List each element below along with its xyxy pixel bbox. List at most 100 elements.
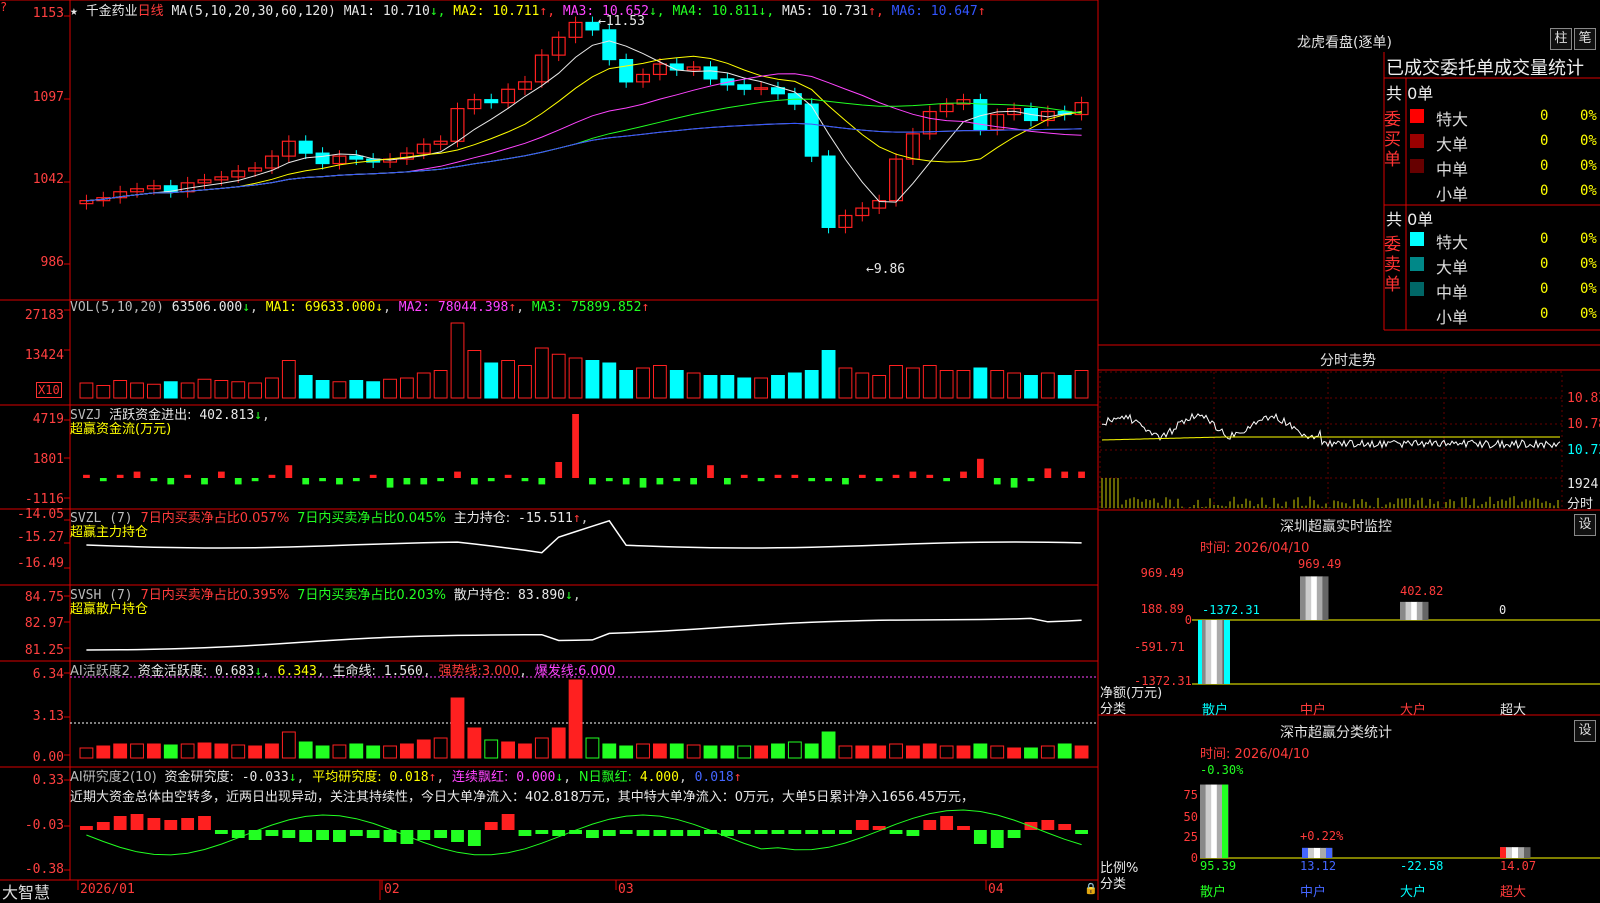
flow-bar <box>167 478 174 484</box>
lhb-row-pct: 0% <box>1580 183 1597 199</box>
stock-name[interactable]: 千金药业 <box>86 4 138 19</box>
volume-bar <box>147 384 160 398</box>
flow-bar <box>623 478 630 484</box>
activity-bar <box>316 746 329 758</box>
research-bar <box>80 826 93 830</box>
activity-bar <box>350 744 363 758</box>
svzj-value: 402.813 <box>199 408 254 423</box>
volume-bar <box>1041 373 1054 398</box>
research-bar <box>232 830 245 838</box>
activity-bar <box>569 680 582 758</box>
lhb-row-pct: 0% <box>1580 256 1597 272</box>
flow-bar <box>201 478 208 484</box>
activity-bar <box>923 744 936 758</box>
candle-body <box>822 156 835 227</box>
volume-bar <box>1058 376 1071 399</box>
activity-bar <box>147 744 160 758</box>
szrt-tick: 969.49 <box>1140 566 1184 580</box>
research-bar <box>350 830 363 836</box>
activity-bar <box>637 744 650 758</box>
ai2-tick: -0.38 <box>2 862 64 877</box>
ai1-v2: 6.343 <box>278 664 317 679</box>
bar-mode-button[interactable]: 柱 <box>1550 28 1572 50</box>
volume-bar <box>249 383 262 398</box>
volume-bar <box>721 376 734 399</box>
szcls-bar <box>1524 847 1531 858</box>
lhb-header: 已成交委托单成交量统计 <box>1386 54 1584 80</box>
research-bar <box>653 830 666 836</box>
volume-bar <box>839 368 852 398</box>
vol-unit: X10 <box>36 382 62 398</box>
volume-bar <box>350 381 363 399</box>
volume-bar <box>80 383 93 398</box>
intraday-avg-line <box>1102 437 1560 440</box>
svsh-tick: 84.75 <box>2 590 64 605</box>
legend-swatch <box>1410 109 1424 123</box>
activity-bar <box>974 744 987 758</box>
flow-bar <box>437 478 444 481</box>
flow-bar <box>1078 472 1085 478</box>
flow-bar <box>404 478 411 484</box>
flow-bar <box>538 478 545 484</box>
research-bar <box>788 830 801 834</box>
ai1-t4: 强势线: <box>438 664 481 679</box>
activity-bar <box>400 744 413 758</box>
flow-bar <box>387 478 394 488</box>
flow-bar <box>825 478 832 481</box>
szcls-time: 时间: 2026/04/10 <box>1200 743 1309 762</box>
research-bar <box>738 830 751 834</box>
szrt-xlabel: 分类 <box>1100 698 1126 717</box>
research-bar <box>637 830 650 836</box>
volume-bar <box>131 383 144 398</box>
szrt-bar <box>1211 620 1217 684</box>
date-tick: 03 <box>618 882 634 897</box>
volume-bar <box>468 351 481 399</box>
volume-bar <box>637 368 650 398</box>
research-bar <box>519 830 532 836</box>
flow-bar <box>926 475 933 478</box>
ai1-v1: 0.683 <box>215 664 254 679</box>
period-label[interactable]: 日线 <box>138 4 164 19</box>
flow-bar <box>1028 478 1035 481</box>
research-bar <box>1008 830 1021 838</box>
svzj-tick: 4719 <box>2 412 64 427</box>
szcls-tick: 0 <box>1154 851 1198 865</box>
szcls-settings-button[interactable]: 设 <box>1574 720 1596 742</box>
volume-bar <box>181 383 194 398</box>
svzl-tick: -14.05 <box>2 507 64 522</box>
vol-title: VOL(5,10,20) <box>70 300 164 315</box>
lock-icon[interactable]: 🔒 <box>1084 882 1098 895</box>
ai2-header: AI研究度2(10) 资金研究度: -0.033↓, 平均研究度: 0.018↑… <box>70 766 742 785</box>
vol-ma1: 69633.000 <box>305 300 375 315</box>
szcls-cat: 中户 <box>1300 881 1326 900</box>
activity-bar <box>535 738 548 758</box>
candle-body <box>586 22 599 29</box>
flow-bar <box>218 472 225 478</box>
ma-value-5: MA5: 10.731↑, <box>774 4 884 19</box>
flow-bar <box>673 478 680 481</box>
activity-bar <box>788 742 801 758</box>
price-tick: 1042 <box>2 172 64 187</box>
flow-bar <box>994 478 1001 484</box>
star-icon[interactable]: ★ <box>70 4 78 19</box>
szrt-bar <box>1311 576 1317 620</box>
vol-value: 63506.000 <box>172 300 242 315</box>
volume-bar <box>923 366 936 399</box>
activity-bar <box>1008 748 1021 758</box>
szrt-cat: 中户 <box>1300 699 1326 718</box>
candle-body <box>805 104 818 156</box>
svzl-sub: 超赢主力持仓 <box>70 521 148 540</box>
volume-bar <box>164 382 177 398</box>
szrt-bar <box>1417 602 1423 620</box>
szrt-settings-button[interactable]: 设 <box>1574 514 1596 536</box>
volume-bar <box>653 366 666 399</box>
flow-bar <box>420 478 427 484</box>
tick-mode-button[interactable]: 笔 <box>1574 28 1596 50</box>
candle-body <box>620 60 633 82</box>
szcls-bar <box>1506 847 1513 858</box>
legend-swatch <box>1410 257 1424 271</box>
lhb-row-value: 0 <box>1540 231 1548 247</box>
volume-bar <box>434 371 447 399</box>
volume-bar <box>755 378 768 398</box>
szcls-bar <box>1211 785 1217 858</box>
